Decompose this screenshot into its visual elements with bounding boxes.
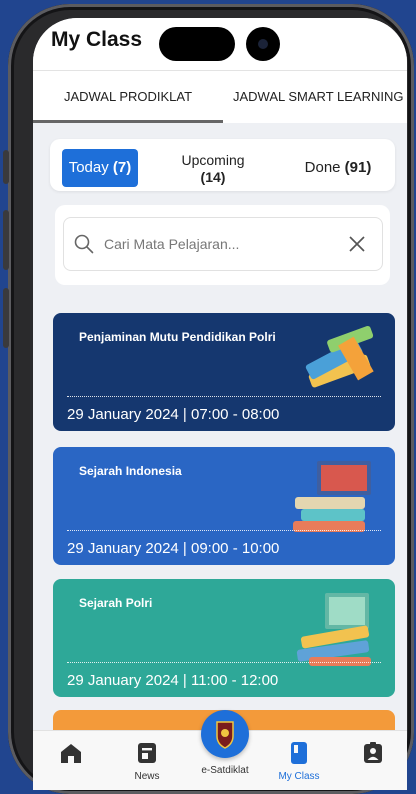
nav-label-my-class: My Class xyxy=(278,771,320,782)
search-card xyxy=(55,205,390,285)
tab-jadwal-prodiklat[interactable]: JADWAL PRODIKLAT xyxy=(33,71,223,123)
search-icon xyxy=(74,234,94,254)
app-screen: My Class JADWAL PRODIKLAT JADWAL SMART L… xyxy=(33,18,407,790)
news-icon[interactable] xyxy=(133,739,161,767)
books-illustration xyxy=(305,325,374,388)
phone-side-button xyxy=(3,150,9,184)
card-divider xyxy=(67,530,381,531)
filter-done-count: (91) xyxy=(344,159,372,176)
front-camera xyxy=(246,27,280,61)
course-title: Sejarah Indonesia xyxy=(79,464,182,478)
home-icon[interactable] xyxy=(57,739,85,767)
book-icon[interactable] xyxy=(285,739,313,767)
card-divider xyxy=(67,396,381,397)
filter-done-label: Done xyxy=(304,159,341,176)
filter-done-button[interactable]: Done (91) xyxy=(288,149,388,187)
books-illustration xyxy=(296,593,371,666)
search-input[interactable] xyxy=(104,233,344,255)
card-divider xyxy=(67,662,381,663)
phone-side-button xyxy=(3,288,9,348)
search-box xyxy=(63,217,383,271)
course-card[interactable]: Sejarah Polri 29 January 2024 | 11:00 - … xyxy=(53,579,395,697)
profile-badge-icon[interactable] xyxy=(359,739,387,767)
filter-upcoming-button[interactable]: Upcoming (14) xyxy=(168,152,258,186)
schedule-tabs: JADWAL PRODIKLAT JADWAL SMART LEARNING xyxy=(33,70,407,123)
filter-today-count: (7) xyxy=(112,159,132,176)
police-emblem-icon xyxy=(216,721,234,749)
nav-label-news: News xyxy=(134,771,160,782)
course-card[interactable]: Sejarah Indonesia 29 January 2024 | 09:0… xyxy=(53,447,395,565)
nav-label-center: e-Satdiklat xyxy=(201,765,249,776)
status-filter: Today (7) Upcoming (14) Done (91) xyxy=(50,139,395,191)
app-header: My Class xyxy=(33,18,407,70)
course-time: 29 January 2024 | 09:00 - 10:00 xyxy=(67,540,280,557)
course-time: 29 January 2024 | 11:00 - 12:00 xyxy=(67,672,279,689)
course-time: 29 January 2024 | 07:00 - 08:00 xyxy=(67,406,280,423)
dynamic-island xyxy=(159,27,235,61)
page-title: My Class xyxy=(51,28,143,51)
phone-side-button xyxy=(3,210,9,270)
books-illustration xyxy=(293,461,371,532)
filter-upcoming-label: Upcoming xyxy=(181,152,245,168)
e-satdiklat-home-button[interactable] xyxy=(201,710,249,758)
course-title: Sejarah Polri xyxy=(79,596,153,610)
course-card[interactable]: Penjaminan Mutu Pendidikan Polri 29 Janu… xyxy=(53,313,395,431)
course-title: Penjaminan Mutu Pendidikan Polri xyxy=(79,330,276,344)
filter-today-label: Today xyxy=(68,159,109,176)
filter-today-button[interactable]: Today (7) xyxy=(62,149,138,187)
filter-upcoming-count: (14) xyxy=(200,169,226,185)
tab-jadwal-smart-learning[interactable]: JADWAL SMART LEARNING xyxy=(233,71,407,123)
active-tab-indicator xyxy=(33,120,223,123)
clear-search-icon[interactable] xyxy=(347,234,367,254)
